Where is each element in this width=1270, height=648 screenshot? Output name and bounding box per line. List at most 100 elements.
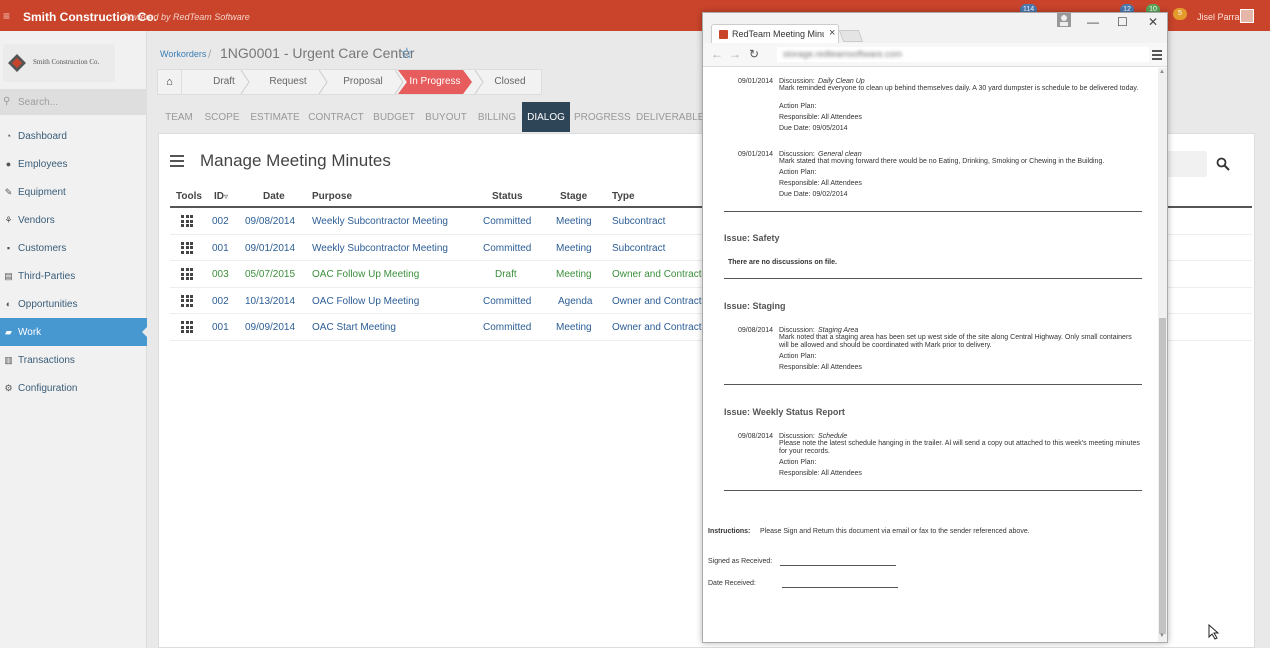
row-stage: Meeting xyxy=(556,322,592,334)
step-divider-icon xyxy=(318,70,328,94)
popup-browser-window: RedTeam Meeting Minute × — ☐ ✕ ← → ↻ sto… xyxy=(702,12,1168,643)
row-purpose[interactable]: Weekly Subcontractor Meeting xyxy=(312,243,448,254)
sidebar-item-transactions[interactable]: ▥ Transactions xyxy=(0,346,147,374)
action-plan: Action Plan: xyxy=(779,459,817,466)
close-window-icon[interactable]: ✕ xyxy=(1148,15,1158,29)
work-icon: ▰ xyxy=(5,327,12,337)
row-stage: Meeting xyxy=(556,242,592,254)
sidebar-item-third-parties[interactable]: ▤ Third-Parties xyxy=(0,262,147,290)
sidebar-item-configuration[interactable]: ⚙ Configuration xyxy=(0,374,147,402)
close-tab-icon[interactable]: × xyxy=(829,27,835,39)
avatar[interactable] xyxy=(1240,9,1254,23)
row-purpose[interactable]: OAC Follow Up Meeting xyxy=(312,296,419,307)
signature-line[interactable] xyxy=(780,565,896,566)
browser-menu-icon[interactable] xyxy=(1152,50,1162,62)
search-input[interactable]: Search... xyxy=(18,97,58,108)
date-line[interactable] xyxy=(782,587,898,588)
sidebar-item-label: Configuration xyxy=(18,383,78,394)
col-stage[interactable]: Stage xyxy=(560,191,587,202)
tab-buyout[interactable]: BUYOUT xyxy=(424,102,468,132)
menu-icon[interactable]: ≡ xyxy=(3,9,12,23)
row-purpose[interactable]: Weekly Subcontractor Meeting xyxy=(312,216,448,227)
company-logo[interactable]: Smith Construction Co. xyxy=(3,44,115,82)
tab-team[interactable]: TEAM xyxy=(160,102,198,132)
scroll-up-icon[interactable]: ▲ xyxy=(1159,69,1165,75)
tab-dialog[interactable]: DIALOG xyxy=(522,102,570,132)
third-parties-icon: ▤ xyxy=(4,271,13,281)
profile-icon[interactable] xyxy=(1057,13,1071,27)
panel-search-input[interactable] xyxy=(1167,151,1207,177)
issue-heading: Issue: Weekly Status Report xyxy=(724,407,845,417)
tab-contract[interactable]: CONTRACT xyxy=(308,102,364,132)
minimize-icon[interactable]: — xyxy=(1087,15,1099,29)
logo-icon xyxy=(8,54,26,72)
reload-icon[interactable]: ↻ xyxy=(749,47,759,61)
row-date: 09/09/2014 xyxy=(245,322,296,334)
divider xyxy=(724,490,1142,491)
row-purpose[interactable]: OAC Follow Up Meeting xyxy=(312,269,419,280)
maximize-icon[interactable]: ☐ xyxy=(1117,15,1128,29)
sidebar-item-employees[interactable]: ● Employees xyxy=(0,150,147,178)
discussion-date: 09/08/2014 xyxy=(738,327,774,334)
alert-badge[interactable]: 5 xyxy=(1173,8,1187,20)
grid-icon[interactable] xyxy=(181,268,193,281)
sidebar-item-customers[interactable]: ▪ Customers xyxy=(0,234,147,262)
grid-icon[interactable] xyxy=(181,321,193,334)
sidebar-search[interactable]: ⚲ Search... xyxy=(0,89,147,115)
search-icon[interactable] xyxy=(1216,157,1230,171)
date-received-label: Date Received: xyxy=(708,580,756,587)
forward-icon[interactable]: → xyxy=(729,47,741,61)
user-name[interactable]: Jisel Parra xyxy=(1197,12,1240,22)
breadcrumb-workorders-link[interactable]: Workorders xyxy=(160,49,206,59)
col-date[interactable]: Date xyxy=(263,191,285,202)
sort-icon[interactable]: ▿ xyxy=(224,192,228,201)
address-text[interactable]: storage.redteamsoftware.com xyxy=(783,49,902,59)
action-plan: Action Plan: xyxy=(779,353,817,360)
responsible: Responsible: All Attendees xyxy=(779,364,862,371)
panel-menu-icon[interactable] xyxy=(170,155,184,170)
opportunities-icon: ◐ xyxy=(5,299,12,309)
back-icon[interactable]: ← xyxy=(711,47,723,61)
discussion-label: Discussion: xyxy=(779,78,815,85)
sidebar-item-label: Opportunities xyxy=(18,299,78,310)
grid-icon[interactable] xyxy=(181,215,193,227)
sidebar-item-opportunities[interactable]: ◐ Opportunities xyxy=(0,290,147,318)
page-title: 1NG0001 - Urgent Care Center xyxy=(220,45,415,61)
step-proposal[interactable]: Proposal xyxy=(323,70,403,94)
panel-title: Manage Meeting Minutes xyxy=(200,151,391,170)
tab-billing[interactable]: BILLING xyxy=(474,102,520,132)
row-purpose[interactable]: OAC Start Meeting xyxy=(312,322,396,333)
tab-budget[interactable]: BUDGET xyxy=(371,102,417,132)
instructions-text: Please Sign and Return this document via… xyxy=(760,528,1030,535)
popup-scrollbar[interactable]: ▲ ▼ xyxy=(1158,68,1167,642)
new-tab-button[interactable] xyxy=(838,30,864,42)
discussion-date: 09/08/2014 xyxy=(738,433,774,440)
sidebar-item-dashboard[interactable]: ◔ Dashboard xyxy=(0,122,147,150)
tab-scope[interactable]: SCOPE xyxy=(202,102,242,132)
tab-deliverable[interactable]: DELIVERABLE xyxy=(636,102,704,132)
home-step[interactable]: ⌂ xyxy=(158,70,182,94)
favorite-star-icon[interactable]: ☆ xyxy=(400,44,413,62)
sidebar-item-vendors[interactable]: ⚘ Vendors xyxy=(0,206,147,234)
scrollbar-thumb[interactable] xyxy=(1159,318,1166,634)
tab-estimate[interactable]: ESTIMATE xyxy=(248,102,302,132)
due-date: Due Date: 09/05/2014 xyxy=(779,125,848,132)
row-type: Subcontract xyxy=(612,216,666,227)
col-id[interactable]: ID▿ xyxy=(214,191,228,202)
sidebar-item-equipment[interactable]: ✎ Equipment xyxy=(0,178,147,206)
col-purpose[interactable]: Purpose xyxy=(312,191,352,202)
row-id: 002 xyxy=(212,295,229,307)
address-bar[interactable]: storage.redteamsoftware.com xyxy=(777,47,1149,62)
col-type[interactable]: Type xyxy=(612,191,635,202)
row-type: Owner and Contractor xyxy=(612,322,711,334)
sidebar: Smith Construction Co. ⚲ Search... ◔ Dash… xyxy=(0,31,148,648)
tab-progress[interactable]: PROGRESS xyxy=(574,102,631,132)
col-status[interactable]: Status xyxy=(492,191,523,202)
scroll-down-icon[interactable]: ▼ xyxy=(1159,633,1165,639)
search-icon: ⚲ xyxy=(3,96,11,107)
sidebar-item-work[interactable]: ▰ Work xyxy=(0,318,148,346)
grid-icon[interactable] xyxy=(181,241,193,254)
grid-icon[interactable] xyxy=(181,294,193,307)
popup-tab[interactable]: RedTeam Meeting Minute × xyxy=(711,24,839,43)
step-in-progress[interactable]: In Progress xyxy=(398,70,472,94)
